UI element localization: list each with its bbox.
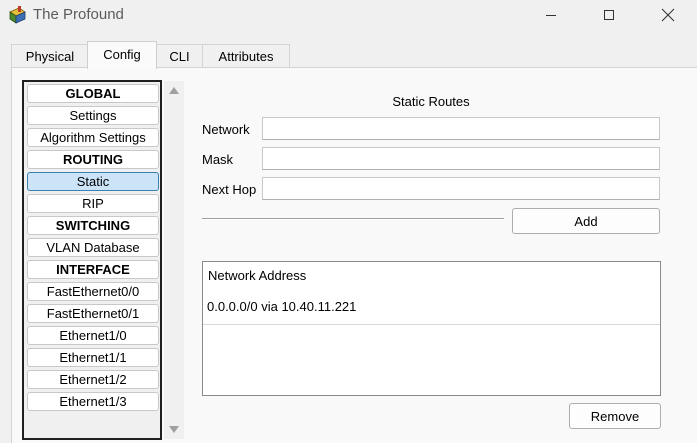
sidebar-item-ethernet1-3[interactable]: Ethernet1/3 <box>27 392 159 411</box>
sidebar-item-ethernet1-0[interactable]: Ethernet1/0 <box>27 326 159 345</box>
mask-input[interactable] <box>262 147 660 170</box>
remove-button[interactable]: Remove <box>569 403 661 429</box>
maximize-button[interactable] <box>586 0 632 30</box>
list-divider <box>203 324 660 325</box>
tab-cli[interactable]: CLI <box>155 44 204 68</box>
window-title: The Profound <box>33 6 124 23</box>
tab-attributes[interactable]: Attributes <box>202 44 290 68</box>
minimize-icon <box>546 15 556 16</box>
next-hop-label: Next Hop <box>202 182 257 197</box>
form-divider <box>202 218 504 220</box>
title-bar: The Profound <box>0 0 697 30</box>
sidebar-item-rip[interactable]: RIP <box>27 194 159 213</box>
add-button[interactable]: Add <box>512 208 660 234</box>
tab-config[interactable]: Config <box>87 41 157 69</box>
sidebar-item-settings[interactable]: Settings <box>27 106 159 125</box>
sidebar-item-fastethernet0-0[interactable]: FastEthernet0/0 <box>27 282 159 301</box>
list-item[interactable]: 0.0.0.0/0 via 10.40.11.221 <box>207 299 356 314</box>
sidebar-item-ethernet1-2[interactable]: Ethernet1/2 <box>27 370 159 389</box>
sidebar-item-algorithm-settings[interactable]: Algorithm Settings <box>27 128 159 147</box>
network-input[interactable] <box>262 117 660 140</box>
sidebar-header-interface[interactable]: INTERFACE <box>27 260 159 279</box>
sidebar-header-switching[interactable]: SWITCHING <box>27 216 159 235</box>
tab-physical[interactable]: Physical <box>11 44 89 68</box>
sidebar-header-global[interactable]: GLOBAL <box>27 84 159 103</box>
scroll-up-arrow-icon[interactable] <box>169 87 179 94</box>
routes-list[interactable]: Network Address 0.0.0.0/0 via 10.40.11.2… <box>202 261 661 396</box>
network-label: Network <box>202 122 250 137</box>
static-routes-title: Static Routes <box>392 94 470 109</box>
close-button[interactable] <box>645 0 691 30</box>
sidebar-item-fastethernet0-1[interactable]: FastEthernet0/1 <box>27 304 159 323</box>
routes-list-header: Network Address <box>208 268 307 283</box>
next-hop-input[interactable] <box>262 177 660 200</box>
app-router-icon <box>7 5 27 25</box>
config-sidebar: GLOBAL Settings Algorithm Settings ROUTI… <box>22 80 162 440</box>
sidebar-scrollbar[interactable] <box>164 81 184 439</box>
sidebar-header-routing[interactable]: ROUTING <box>27 150 159 169</box>
sidebar-item-ethernet1-1[interactable]: Ethernet1/1 <box>27 348 159 367</box>
sidebar-item-static[interactable]: Static <box>27 172 159 191</box>
scroll-down-arrow-icon[interactable] <box>169 426 179 433</box>
sidebar-item-vlan-database[interactable]: VLAN Database <box>27 238 159 257</box>
maximize-icon <box>604 10 614 20</box>
mask-label: Mask <box>202 152 234 167</box>
close-icon <box>661 8 675 22</box>
minimize-button[interactable] <box>528 0 574 30</box>
